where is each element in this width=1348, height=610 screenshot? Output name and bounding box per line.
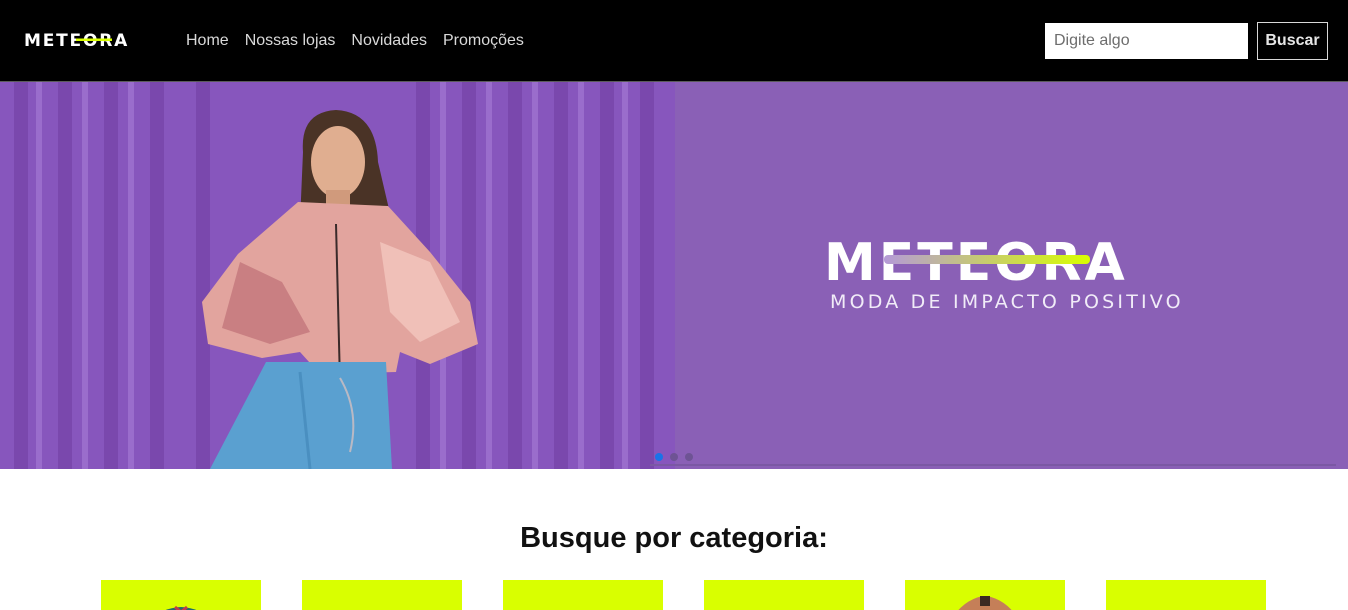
hero-carousel[interactable]: METEORA MODA DE IMPACTO POSITIVO	[0, 82, 1348, 469]
shirt-icon	[165, 605, 197, 610]
navbar: METEORA Home Nossas lojas Novidades Prom…	[0, 0, 1348, 82]
carousel-indicator-1[interactable]	[655, 453, 663, 461]
brand-logo[interactable]: METEORA	[24, 31, 150, 49]
hanger-icon	[704, 580, 864, 610]
nav-novidades[interactable]: Novidades	[351, 30, 427, 52]
category-card-3[interactable]	[503, 580, 663, 610]
hero-photo	[0, 82, 675, 469]
hero-tagline: MODA DE IMPACTO POSITIVO	[830, 291, 1184, 313]
category-card-1[interactable]	[101, 580, 261, 610]
carousel-progress-bar	[650, 464, 1336, 466]
carousel-indicator-2[interactable]	[670, 453, 678, 461]
category-card-4[interactable]	[704, 580, 864, 610]
nav-promocoes[interactable]: Promoções	[443, 30, 524, 52]
category-card-5[interactable]	[905, 580, 1065, 610]
jacket-icon	[958, 596, 1012, 610]
category-card-6[interactable]	[1106, 580, 1266, 610]
carousel-indicator-3[interactable]	[685, 453, 693, 461]
nav-home[interactable]: Home	[186, 30, 229, 52]
search-input[interactable]	[1045, 23, 1248, 59]
svg-text:METEORA: METEORA	[824, 236, 1128, 293]
nav-nossas-lojas[interactable]: Nossas lojas	[245, 30, 336, 52]
category-list	[101, 580, 1266, 610]
carousel-indicators	[655, 453, 693, 461]
category-card-2[interactable]	[302, 580, 462, 610]
categories-title: Busque por categoria:	[520, 522, 828, 554]
search-button[interactable]: Buscar	[1257, 22, 1328, 60]
main-nav: Home Nossas lojas Novidades Promoções	[186, 30, 524, 52]
